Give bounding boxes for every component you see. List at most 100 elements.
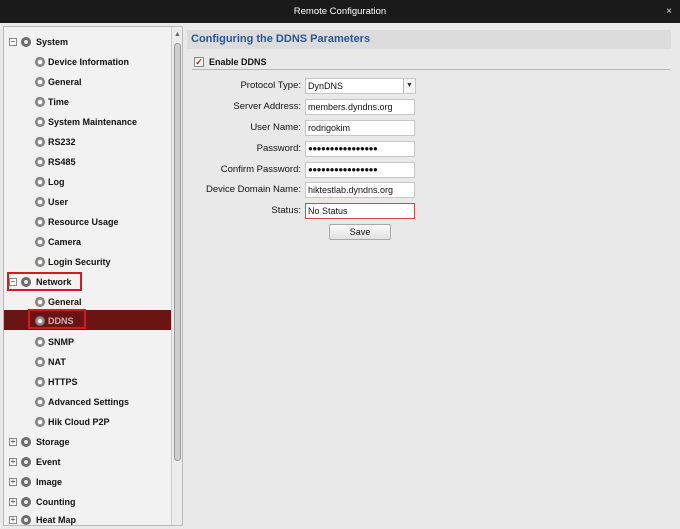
tree-label-image: Image: [36, 477, 63, 487]
section-title: Configuring the DDNS Parameters: [187, 30, 671, 49]
close-icon[interactable]: ×: [666, 0, 672, 23]
tree-item-label: Log: [48, 177, 65, 187]
tree-item-label: NAT: [48, 357, 66, 367]
tree-item-time[interactable]: Time: [4, 93, 164, 111]
tree-node-image[interactable]: + Image: [4, 473, 164, 491]
system-folder-icon: [21, 37, 31, 47]
tree-item-label: Advanced Settings: [48, 397, 130, 407]
tree-item-advanced-settings[interactable]: Advanced Settings: [4, 393, 164, 411]
gear-icon: [35, 217, 45, 227]
tree-label-event: Event: [36, 457, 61, 467]
tree-item-label: Hik Cloud P2P: [48, 417, 110, 427]
expand-toggle-icon[interactable]: +: [9, 516, 17, 524]
chevron-down-icon[interactable]: ▼: [403, 79, 415, 93]
tree-item-label: Camera: [48, 237, 82, 247]
tree-item-snmp[interactable]: SNMP: [4, 333, 164, 351]
tree-item-resource-usage[interactable]: Resource Usage: [4, 213, 164, 231]
tree-item-label: User: [48, 197, 69, 207]
gear-icon: [35, 77, 45, 87]
status-field: No Status: [305, 203, 415, 219]
navigation-tree-panel: − System Device Information General Time…: [3, 26, 183, 526]
event-folder-icon: [21, 457, 31, 467]
storage-folder-icon: [21, 437, 31, 447]
protocol-type-value: DynDNS: [308, 81, 344, 91]
tree-node-storage[interactable]: + Storage: [4, 433, 164, 451]
tree-item-https[interactable]: HTTPS: [4, 373, 164, 391]
tree-item-label: RS232: [48, 137, 76, 147]
gear-icon: [35, 137, 45, 147]
status-label: Status:: [271, 205, 301, 216]
device-domain-name-label: Device Domain Name:: [205, 184, 301, 195]
gear-icon: [35, 377, 45, 387]
expand-toggle-icon[interactable]: +: [9, 458, 17, 466]
tree-item-login-security[interactable]: Login Security: [4, 253, 164, 271]
remote-configuration-window: Remote Configuration × − System Device I…: [0, 0, 680, 529]
server-address-label: Server Address:: [233, 101, 301, 112]
tree-item-system-maintenance[interactable]: System Maintenance: [4, 113, 164, 131]
tree-item-rs232[interactable]: RS232: [4, 133, 164, 151]
gear-icon: [35, 417, 45, 427]
save-button[interactable]: Save: [329, 224, 391, 240]
tree-node-counting[interactable]: + Counting: [4, 493, 164, 511]
tree-item-label: RS485: [48, 157, 76, 167]
counting-folder-icon: [21, 497, 31, 507]
expand-toggle-icon[interactable]: +: [9, 478, 17, 486]
expand-toggle-icon[interactable]: +: [9, 498, 17, 506]
confirm-password-label: Confirm Password:: [220, 164, 301, 175]
collapse-toggle-icon[interactable]: −: [9, 38, 17, 46]
tree-label-system: System: [36, 37, 69, 47]
tree-item-camera[interactable]: Camera: [4, 233, 164, 251]
title-bar: Remote Configuration ×: [0, 0, 680, 23]
gear-icon: [35, 157, 45, 167]
tree-item-label: Time: [48, 97, 69, 107]
enable-ddns-label: Enable DDNS: [209, 57, 267, 67]
tree-item-label: System Maintenance: [48, 117, 138, 127]
tree-item-label: General: [48, 77, 82, 87]
password-label: Password:: [256, 143, 301, 154]
gear-icon: [35, 397, 45, 407]
divider: [192, 69, 670, 70]
tree-label-counting: Counting: [36, 497, 76, 507]
gear-icon: [35, 97, 45, 107]
tree-label-heat-map: Heat Map: [36, 515, 77, 525]
user-name-label: User Name:: [250, 122, 301, 133]
tree-label-storage: Storage: [36, 437, 70, 447]
tree-item-label: Login Security: [48, 257, 111, 267]
device-domain-name-input[interactable]: hiktestlab.dyndns.org: [305, 182, 415, 198]
ddns-config-panel: Configuring the DDNS Parameters ✓ Enable…: [187, 26, 677, 526]
gear-icon: [35, 297, 45, 307]
tree-item-hik-cloud-p2p[interactable]: Hik Cloud P2P: [4, 413, 164, 431]
tree-item-label: Device Information: [48, 57, 130, 67]
protocol-type-select[interactable]: DynDNS ▼: [305, 78, 416, 94]
tree-item-label: Resource Usage: [48, 217, 119, 227]
tree-item-log[interactable]: Log: [4, 173, 164, 191]
tree-node-heat-map[interactable]: + Heat Map: [4, 511, 164, 525]
tree-node-event[interactable]: + Event: [4, 453, 164, 471]
tree-node-system[interactable]: − System: [4, 33, 164, 51]
scroll-up-arrow-icon[interactable]: ▲: [172, 29, 182, 40]
gear-icon: [35, 357, 45, 367]
tree-item-user[interactable]: User: [4, 193, 164, 211]
enable-ddns-checkbox[interactable]: ✓: [194, 57, 204, 67]
expand-toggle-icon[interactable]: +: [9, 438, 17, 446]
gear-icon: [35, 177, 45, 187]
protocol-type-label: Protocol Type:: [240, 80, 301, 91]
gear-icon: [35, 337, 45, 347]
highlight-box-network: [7, 272, 82, 291]
tree-item-nat[interactable]: NAT: [4, 353, 164, 371]
server-address-input[interactable]: members.dyndns.org: [305, 99, 415, 115]
tree-item-rs485[interactable]: RS485: [4, 153, 164, 171]
password-input[interactable]: ●●●●●●●●●●●●●●●●: [305, 141, 415, 157]
gear-icon: [35, 117, 45, 127]
gear-icon: [35, 237, 45, 247]
heat-map-folder-icon: [21, 515, 31, 525]
gear-icon: [35, 57, 45, 67]
confirm-password-input[interactable]: ●●●●●●●●●●●●●●●●: [305, 162, 415, 178]
tree-item-label: SNMP: [48, 337, 75, 347]
window-title: Remote Configuration: [293, 6, 387, 17]
highlight-box-ddns: [28, 309, 86, 329]
tree-item-general[interactable]: General: [4, 73, 164, 91]
gear-icon: [35, 197, 45, 207]
user-name-input[interactable]: rodrigokim: [305, 120, 415, 136]
tree-item-device-information[interactable]: Device Information: [4, 53, 164, 71]
